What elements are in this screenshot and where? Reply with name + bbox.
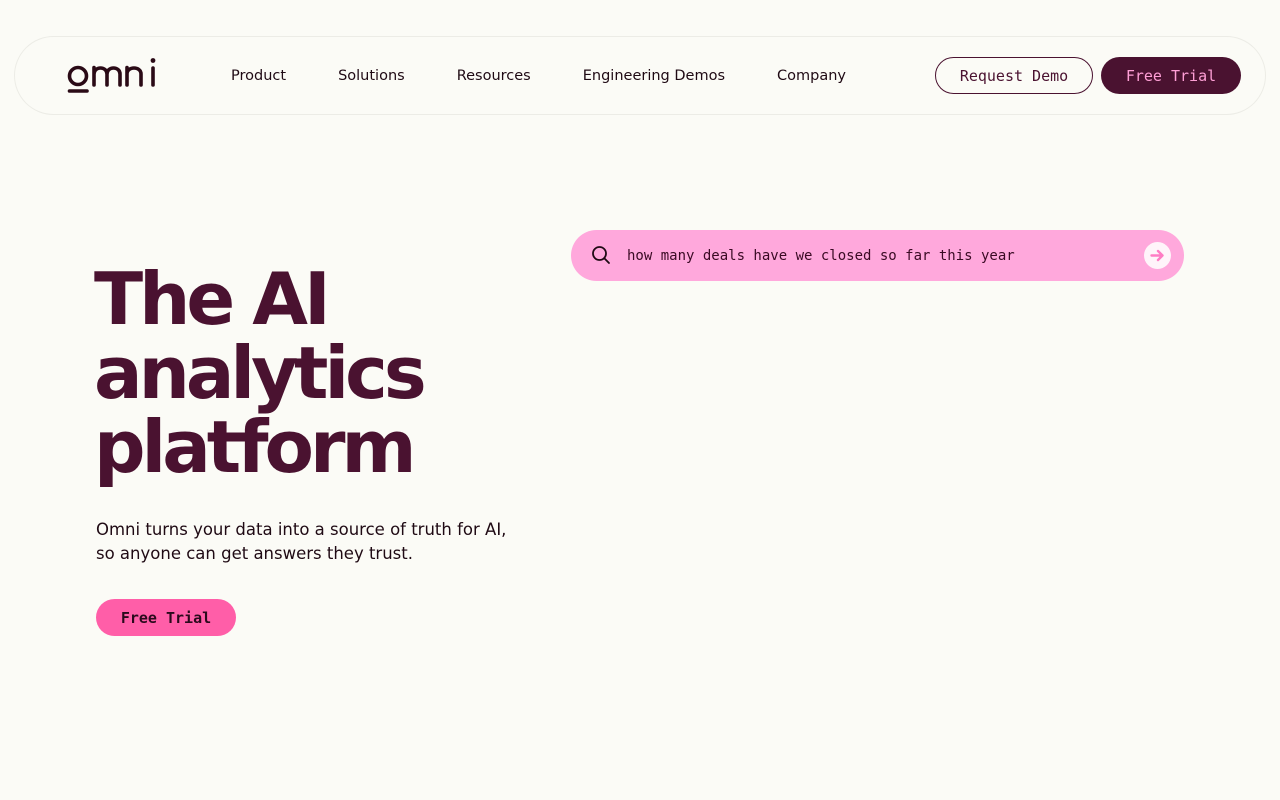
hero-title-line: analytics <box>94 331 427 415</box>
hero-title-line: platform <box>94 405 417 489</box>
nav-link-product[interactable]: Product <box>231 68 286 84</box>
ai-search-bar[interactable]: how many deals have we closed so far thi… <box>571 230 1184 281</box>
free-trial-nav-button[interactable]: Free Trial <box>1101 57 1241 94</box>
nav-link-engineering-demos[interactable]: Engineering Demos <box>583 68 725 84</box>
nav-link-solutions[interactable]: Solutions <box>338 68 405 84</box>
top-nav: Product Solutions Resources Engineering … <box>14 36 1266 115</box>
arrow-right-icon <box>1150 249 1164 262</box>
free-trial-hero-button[interactable]: Free Trial <box>96 599 236 636</box>
search-query-text[interactable]: how many deals have we closed so far thi… <box>627 230 1015 281</box>
nav-link-resources[interactable]: Resources <box>457 68 531 84</box>
omni-logo-mark <box>67 58 156 93</box>
hero-title-line: The AI <box>94 257 331 341</box>
nav-link-company[interactable]: Company <box>777 68 846 84</box>
hero-title: The AI analytics platform <box>94 262 534 484</box>
nav-links: Product Solutions Resources Engineering … <box>231 37 846 114</box>
omni-logo[interactable] <box>67 57 159 97</box>
hero-subtitle-line: Omni turns your data into a source of tr… <box>96 520 507 539</box>
hero-subtitle: Omni turns your data into a source of tr… <box>96 518 516 566</box>
search-icon <box>591 245 611 265</box>
request-demo-button[interactable]: Request Demo <box>935 57 1093 94</box>
search-submit-button[interactable] <box>1144 242 1171 269</box>
hero-subtitle-line: so anyone can get answers they trust. <box>96 544 413 563</box>
